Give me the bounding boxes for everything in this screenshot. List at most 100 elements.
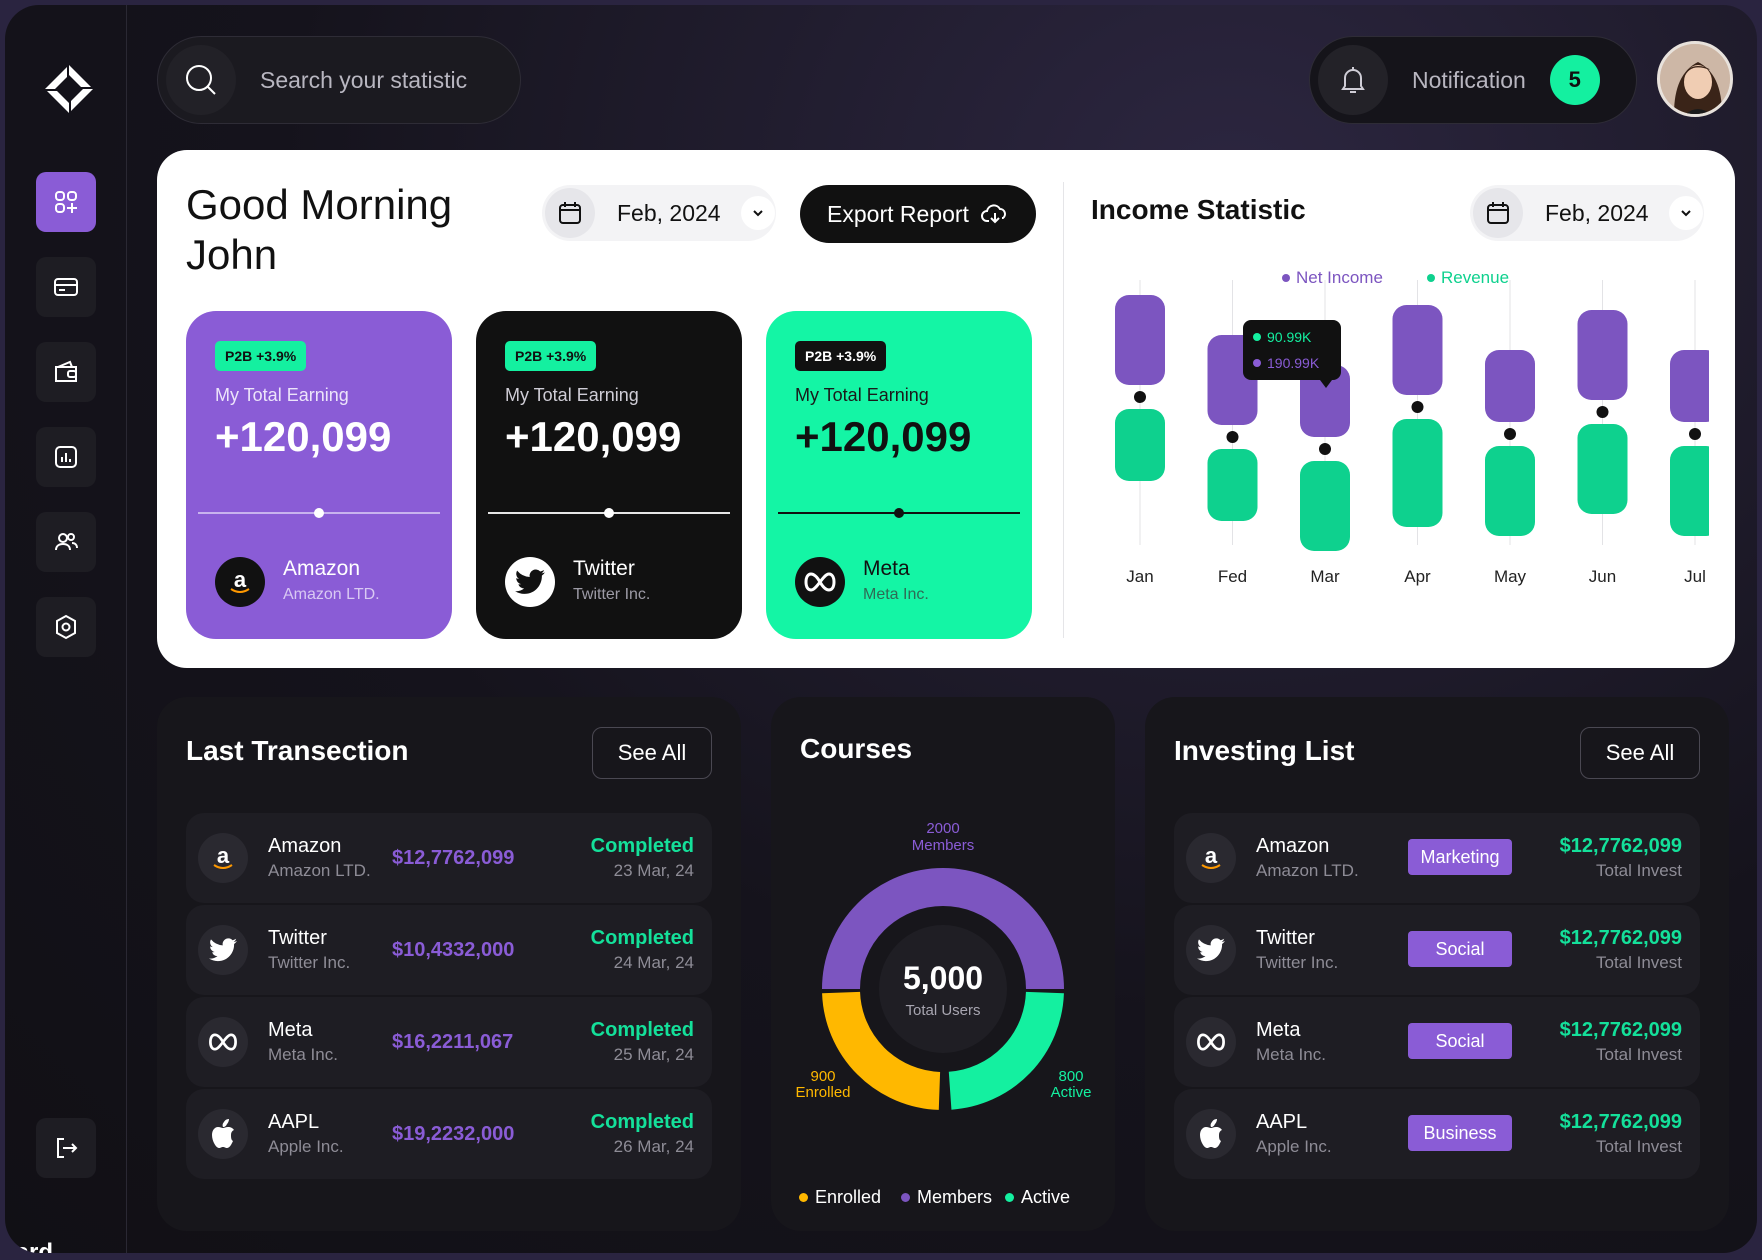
- net-income-bar: [1115, 295, 1165, 385]
- transaction-status: Completed: [590, 1019, 694, 1041]
- sidebar-item-users[interactable]: [36, 512, 96, 572]
- transaction-sub: Twitter Inc.: [268, 953, 351, 972]
- transaction-date: 24 Mar, 24: [613, 953, 694, 972]
- sidebar-item-cards[interactable]: [36, 257, 96, 317]
- chart-tooltip: 90.99K 190.99K: [1243, 320, 1341, 388]
- income-date-dropdown[interactable]: Feb, 2024: [1470, 185, 1704, 241]
- wallet-icon: [55, 360, 77, 382]
- card-icon: [54, 278, 78, 296]
- transaction-row[interactable]: AAPL Apple Inc. $19,2232,000 Completed 2…: [186, 1089, 712, 1179]
- transaction-amount: $10,4332,000: [392, 939, 515, 961]
- investing-row[interactable]: Twitter Twitter Inc. Social $12,7762,099…: [1174, 905, 1700, 995]
- transaction-date: 26 Mar, 24: [613, 1137, 694, 1156]
- growth-tag: P2B +3.9%: [505, 341, 597, 371]
- export-report-button[interactable]: Export Report: [800, 185, 1036, 243]
- investment-amount: $12,7762,099: [1559, 927, 1682, 949]
- earning-value: +120,099: [795, 413, 972, 460]
- notification-button[interactable]: Notification 5: [1309, 36, 1637, 124]
- search-icon[interactable]: [166, 45, 236, 115]
- transaction-row[interactable]: a Amazon Amazon LTD. $12,7762,099 Comple…: [186, 813, 712, 903]
- investment-label: Total Invest: [1596, 1045, 1682, 1064]
- separator-dot: [1319, 443, 1331, 455]
- earning-card-meta[interactable]: P2B +3.9% My Total Earning +120,099 Meta…: [766, 311, 1032, 639]
- transaction-amount: $19,2232,000: [392, 1123, 515, 1145]
- settings-icon: [56, 614, 76, 640]
- meta-icon: [1186, 1017, 1236, 1067]
- chart-column[interactable]: Apr: [1392, 280, 1443, 586]
- company-name: Meta: [863, 557, 910, 580]
- company-name: Amazon: [283, 557, 361, 580]
- sidebar-item-settings[interactable]: [36, 597, 96, 657]
- last-transaction-title: Last Transection: [186, 735, 409, 766]
- legend-active: Active: [1005, 1187, 1070, 1208]
- greeting-line2: John: [186, 231, 278, 278]
- x-tick-label: Jul: [1684, 567, 1706, 586]
- earning-label: My Total Earning: [505, 385, 639, 405]
- earning-card-twitter[interactable]: P2B +3.9% My Total Earning +120,099 Twit…: [476, 311, 742, 639]
- chart-column[interactable]: May: [1485, 280, 1535, 586]
- separator-dot: [1411, 401, 1424, 413]
- enrolled-value: 900: [810, 1068, 835, 1085]
- notification-label: Notification: [1412, 66, 1526, 93]
- earning-card-amazon[interactable]: P2B +3.9% My Total Earning +120,099 a Am…: [186, 311, 452, 639]
- twitter-icon: [1186, 925, 1236, 975]
- chevron-down-icon: [1668, 196, 1703, 230]
- chart-column[interactable]: Jan: [1115, 280, 1165, 586]
- sidebar-item-dashboard[interactable]: [36, 172, 96, 232]
- investment-name: AAPL: [1256, 1111, 1308, 1133]
- chevron-down-icon: [740, 196, 775, 230]
- courses-card: Courses 5,000 Total Users 2000 Members 900 En…: [771, 697, 1115, 1231]
- transaction-sub: Apple Inc.: [268, 1137, 344, 1156]
- transactions-see-all-button[interactable]: See All: [592, 727, 712, 779]
- earning-label: My Total Earning: [795, 385, 929, 405]
- investing-row[interactable]: a Amazon Amazon LTD. Marketing $12,7762,…: [1174, 813, 1700, 903]
- sidebar-item-statistics[interactable]: [36, 427, 96, 487]
- investing-see-all-button[interactable]: See All: [1580, 727, 1700, 779]
- transaction-name: AAPL: [268, 1111, 320, 1133]
- tooltip-revenue-value: 90.99K: [1267, 329, 1312, 345]
- transaction-sub: Amazon LTD.: [268, 861, 371, 880]
- date-filter-dropdown[interactable]: Feb, 2024: [542, 185, 776, 241]
- svg-text:a: a: [234, 567, 247, 592]
- search-bar[interactable]: Search your statistic: [157, 36, 521, 124]
- calendar-icon: [545, 188, 595, 238]
- search-input[interactable]: Search your statistic: [260, 67, 467, 94]
- legend-dot: [1005, 1193, 1014, 1202]
- earning-value: +120,099: [505, 413, 682, 460]
- avatar[interactable]: [1657, 41, 1733, 117]
- transaction-row[interactable]: Meta Meta Inc. $16,2211,067 Completed 25…: [186, 997, 712, 1087]
- investing-list-card: Investing List See All a Amazon Amazon L…: [1145, 697, 1729, 1231]
- growth-tag: P2B +3.9%: [215, 341, 307, 371]
- separator-dot: [1134, 391, 1146, 403]
- sidebar-item-wallet[interactable]: [36, 342, 96, 402]
- cloud-download-icon: [981, 204, 1006, 224]
- earning-label: My Total Earning: [215, 385, 349, 405]
- app-window: Search your statistic Notification 5 Goo…: [5, 5, 1757, 1253]
- investing-row[interactable]: Meta Meta Inc. Social $12,7762,099 Total…: [1174, 997, 1700, 1087]
- investment-label: Total Invest: [1596, 953, 1682, 972]
- divider-dot: [314, 508, 324, 518]
- chart-column[interactable]: Jun: [1577, 280, 1628, 586]
- separator-dot: [1226, 431, 1239, 443]
- greeting-title: Good Morning John: [186, 180, 486, 280]
- investment-name: Twitter: [1256, 927, 1315, 949]
- revenue-bar: [1207, 449, 1258, 521]
- transaction-row[interactable]: Twitter Twitter Inc. $10,4332,000 Comple…: [186, 905, 712, 995]
- revenue-bar: [1670, 446, 1709, 536]
- legend-label: Active: [1021, 1187, 1071, 1207]
- total-users-value: 5,000: [903, 960, 983, 996]
- logout-button[interactable]: [36, 1118, 96, 1178]
- company-name: Twitter: [573, 557, 635, 580]
- company-sub: Meta Inc.: [863, 586, 929, 603]
- investing-row[interactable]: AAPL Apple Inc. Business $12,7762,099 To…: [1174, 1089, 1700, 1179]
- investment-sub: Amazon LTD.: [1256, 861, 1359, 880]
- investment-name: Meta: [1256, 1019, 1301, 1041]
- revenue-bar: [1115, 409, 1165, 481]
- total-users-label: Total Users: [905, 1002, 980, 1019]
- app-logo-icon[interactable]: [41, 61, 97, 117]
- chart-column[interactable]: Jul: [1670, 280, 1709, 586]
- net-income-bar: [1392, 305, 1443, 395]
- category-badge: Marketing: [1408, 839, 1512, 875]
- income-date-value: Feb, 2024: [1545, 199, 1649, 226]
- panel-divider: [1063, 182, 1064, 638]
